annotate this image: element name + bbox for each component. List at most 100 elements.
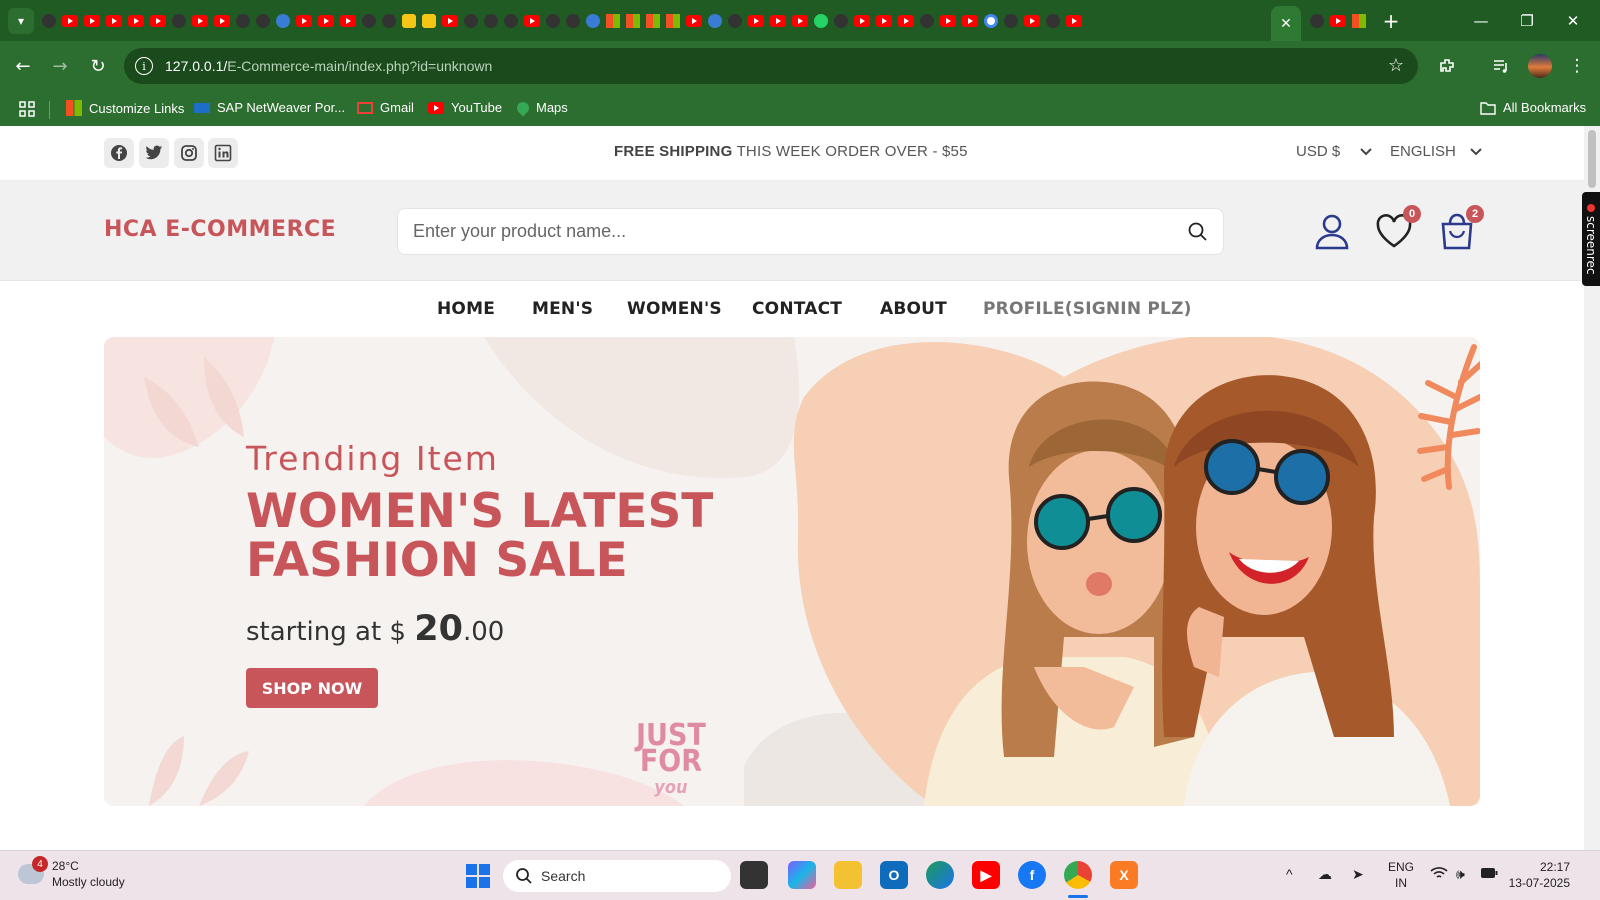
youtube-tab-icon[interactable] [106,14,122,27]
media-control-icon[interactable] [1488,53,1514,79]
twitter-icon[interactable] [139,138,169,168]
youtube-tab-icon[interactable] [770,14,786,27]
taskbar-search[interactable]: Search [503,860,731,892]
address-bar[interactable]: i 127.0.0.1/E-Commerce-main/index.php?id… [124,48,1418,84]
apps-grid-icon[interactable] [18,100,36,118]
tab-favicon[interactable] [586,13,600,28]
file-explorer-icon[interactable] [834,861,862,889]
youtube-tab-icon[interactable] [748,14,764,27]
bookmark-star-icon[interactable]: ☆ [1388,55,1404,76]
copilot-icon[interactable] [788,861,816,889]
tab-favicon[interactable] [1004,13,1018,28]
tab-favicon[interactable] [728,13,742,28]
screenrec-widget[interactable]: screenrec [1582,192,1600,286]
microsoft-tab-icon[interactable] [646,13,660,28]
show-hidden-icons-chevron[interactable]: ^ [1286,866,1293,882]
facebook-icon[interactable] [104,138,134,168]
youtube-tab-icon[interactable] [1330,15,1346,27]
wifi-icon[interactable] [1430,866,1448,883]
scrollbar-thumb[interactable] [1588,130,1596,188]
shop-now-button[interactable]: SHOP NOW [246,668,378,708]
bookmark-maps[interactable]: Maps [514,99,568,116]
youtube-tab-icon[interactable] [962,14,978,27]
outlook-icon[interactable]: O [880,861,908,889]
tab-favicon[interactable] [546,13,560,28]
instagram-icon[interactable] [174,138,204,168]
youtube-tab-icon[interactable] [940,14,956,27]
task-view-icon[interactable] [740,861,768,889]
tab-favicon[interactable] [402,13,416,28]
tab-favicon[interactable] [362,13,376,28]
tab-favicon[interactable] [504,13,518,28]
site-logo[interactable]: HCA E-COMMERCE [104,217,336,242]
all-bookmarks[interactable]: All Bookmarks [1480,100,1586,115]
url-text[interactable]: 127.0.0.1/E-Commerce-main/index.php?id=u… [165,58,492,74]
facebook-app-icon[interactable]: f [1018,861,1046,889]
microsoft-tab-icon[interactable] [626,13,640,28]
currency-select[interactable]: USD $ [1296,143,1373,160]
tab-favicon[interactable] [276,13,290,28]
forward-button[interactable]: → [44,50,76,82]
extensions-icon[interactable] [1434,53,1460,79]
youtube-tab-icon[interactable] [898,14,914,27]
chrome-icon[interactable] [1064,861,1092,889]
youtube-tab-icon[interactable] [128,14,144,27]
linkedin-icon[interactable] [208,138,238,168]
user-account-icon[interactable] [1312,211,1352,251]
volume-icon[interactable]: 🕪 [1456,866,1465,883]
chatgpt-tab-icon[interactable] [1046,13,1060,28]
chatgpt-tab-icon[interactable] [1310,14,1324,28]
youtube-tab-icon[interactable] [876,14,892,27]
search-icon[interactable] [1187,221,1209,243]
bookmark-gmail[interactable]: Gmail [357,100,414,115]
weather-widget[interactable]: 4 28°C Mostly cloudy [18,856,125,890]
bookmark-customize-links[interactable]: Customize Links [66,100,184,116]
onedrive-cloud-icon[interactable]: ☁ [1318,866,1332,883]
youtube-tab-icon[interactable] [854,14,870,27]
youtube-app-icon[interactable]: ▶ [972,861,1000,889]
nav-home[interactable]: HOME [437,299,495,319]
close-window-button[interactable]: ✕ [1550,0,1596,41]
youtube-tab-icon[interactable] [62,14,78,27]
tab-favicon[interactable] [834,13,848,28]
profile-avatar[interactable] [1528,54,1552,78]
tab-favicon[interactable] [708,13,722,28]
youtube-tab-icon[interactable] [792,14,808,27]
new-tab-button[interactable]: + [1378,8,1404,34]
microsoft-tab-icon[interactable] [666,13,680,28]
tab-favicon[interactable] [484,13,498,28]
location-arrow-icon[interactable]: ➤ [1352,866,1364,883]
nav-womens[interactable]: WOMEN'S [627,299,722,319]
gmail-tab-icon[interactable] [1352,14,1366,28]
whatsapp-tab-icon[interactable] [814,13,828,28]
tab-favicon[interactable] [42,13,56,28]
tab-favicon[interactable] [464,13,478,28]
tab-favicon[interactable] [382,13,396,28]
youtube-tab-icon[interactable] [524,14,540,27]
restore-button[interactable]: ❐ [1504,0,1550,41]
system-clock[interactable]: 22:17 13-07-2025 [1509,859,1570,891]
edge-icon[interactable] [926,861,954,889]
active-tab-close-icon[interactable]: ✕ [1271,6,1301,41]
xampp-icon[interactable]: X [1110,861,1138,889]
youtube-tab-icon[interactable] [686,14,702,27]
chatgpt-tab-icon[interactable] [566,13,580,28]
input-language[interactable]: ENG IN [1388,859,1414,891]
nav-mens[interactable]: MEN'S [532,299,593,319]
youtube-tab-icon[interactable] [84,14,100,27]
youtube-tab-icon[interactable] [1066,14,1082,27]
bookmark-youtube[interactable]: YouTube [428,100,502,115]
microsoft-tab-icon[interactable] [606,13,620,28]
youtube-tab-icon[interactable] [318,14,334,27]
tab-favicon[interactable] [422,13,436,28]
youtube-tab-icon[interactable] [340,14,356,27]
nav-about[interactable]: ABOUT [880,299,947,319]
youtube-tab-icon[interactable] [150,14,166,27]
youtube-tab-icon[interactable] [442,14,458,27]
site-info-icon[interactable]: i [135,57,153,75]
youtube-tab-icon[interactable] [214,14,230,27]
tab-favicon[interactable] [172,13,186,28]
nav-contact[interactable]: CONTACT [752,299,842,319]
windows-start-icon[interactable] [464,862,492,890]
google-tab-icon[interactable] [984,13,998,28]
